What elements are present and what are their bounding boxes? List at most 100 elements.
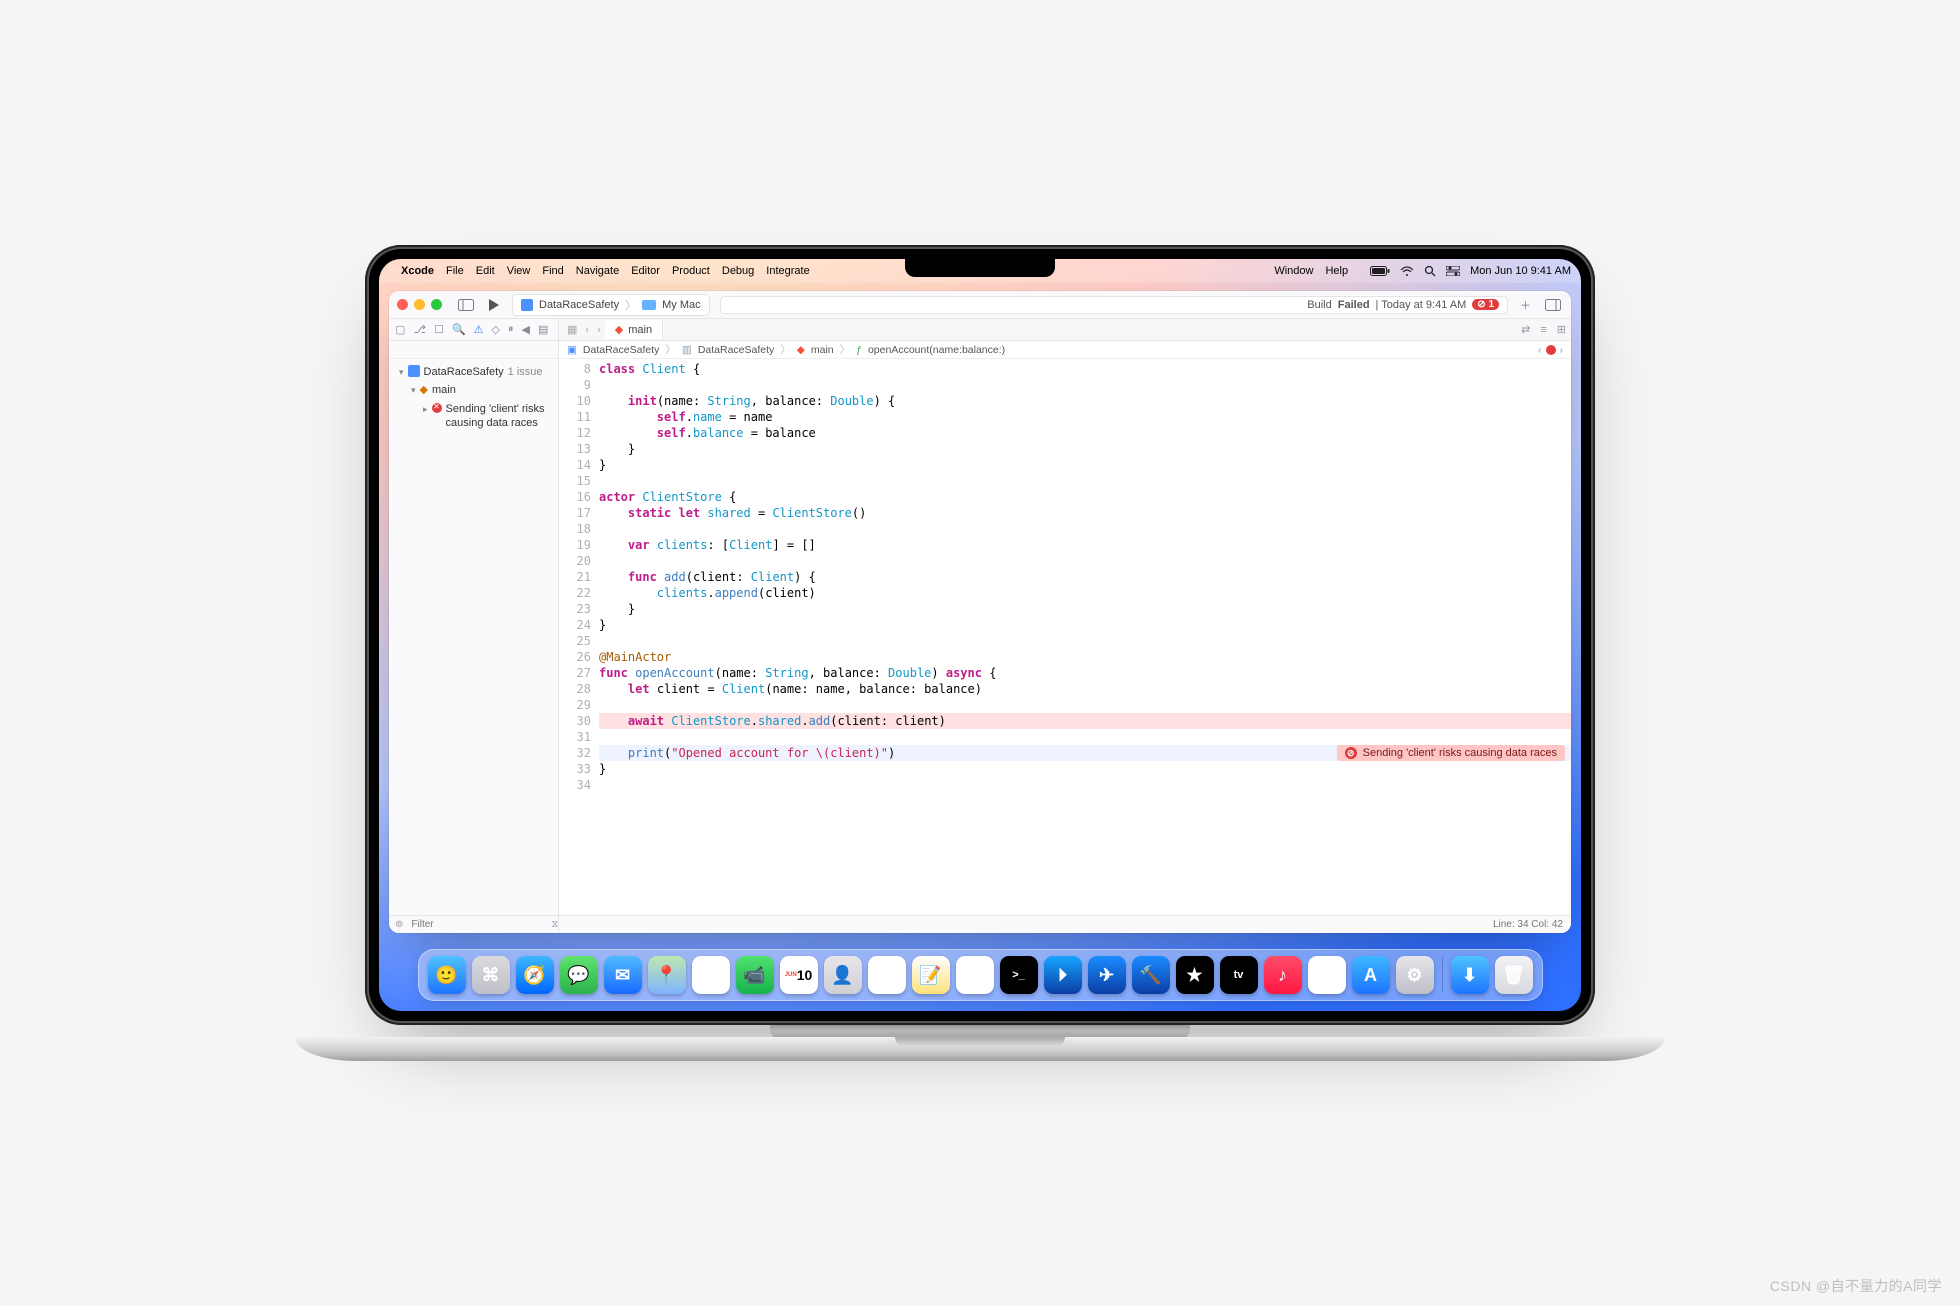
issues-tab[interactable]: ⚠︎ (474, 323, 484, 336)
menubar-item-window[interactable]: Window (1274, 265, 1313, 277)
build-status-time: | Today at 9:41 AM (1376, 299, 1467, 311)
crumb-0[interactable]: DataRaceSafety (583, 344, 659, 356)
dock-app-downloads[interactable]: ⬇︎ (1451, 956, 1489, 994)
dock-app-facetime[interactable]: 📹 (736, 956, 774, 994)
toggle-inspector-button[interactable] (1543, 297, 1563, 313)
related-items-button[interactable]: ▦ (563, 323, 581, 336)
dock-app-launchpad[interactable]: ⌘ (472, 956, 510, 994)
code-area[interactable]: class Client { init(name: String, balanc… (599, 359, 1571, 915)
dock-app-messages[interactable]: 💬 (560, 956, 598, 994)
menubar-item-debug[interactable]: Debug (722, 265, 754, 277)
dock-app-calendar[interactable]: JUN10 (780, 956, 818, 994)
jump-bar[interactable]: ▣ DataRaceSafety 〉 ▥ DataRaceSafety 〉 ◆ … (559, 341, 1571, 359)
destination-icon (642, 300, 656, 310)
dock-app-news[interactable]: N (1308, 956, 1346, 994)
project-row[interactable]: ▾ DataRaceSafety 1 issue (395, 363, 552, 381)
issue-text: Sending 'client' risks causing data race… (446, 402, 552, 431)
dock-app-terminal[interactable]: >_ (1000, 956, 1038, 994)
dock-app-testflight[interactable]: ✈︎ (1088, 956, 1126, 994)
navigator-footer: ⊚ ⧖ ◐ (389, 915, 559, 933)
breakpoints-tab[interactable]: ◀︎ (522, 323, 530, 336)
window-traffic-lights (397, 299, 442, 310)
scheme-selector[interactable]: DataRaceSafety 〉 My Mac (512, 294, 710, 316)
close-window-button[interactable] (397, 299, 408, 310)
project-icon (521, 299, 533, 311)
issue-navigator[interactable]: ▾ DataRaceSafety 1 issue ▾ ◆ main ▸ ✕ Se… (389, 359, 559, 915)
dock-app-music[interactable]: ♪ (1264, 956, 1302, 994)
zoom-window-button[interactable] (431, 299, 442, 310)
issue-row[interactable]: ▸ ✕ Sending 'client' risks causing data … (395, 400, 552, 433)
dock-app-sf-symbols[interactable]: ★ (1176, 956, 1214, 994)
source-editor[interactable]: 8910111213141516171819202122232425262728… (559, 359, 1571, 915)
filter-icon[interactable]: ⊚ (395, 919, 403, 930)
reports-tab[interactable]: ▤ (538, 323, 548, 336)
menubar-item-find[interactable]: Find (542, 265, 563, 277)
menubar-item-editor[interactable]: Editor (631, 265, 660, 277)
activity-view[interactable]: Build Failed | Today at 9:41 AM ⊘ 1 (720, 296, 1508, 314)
dock-app-reminders[interactable]: ⦿ (868, 956, 906, 994)
display-notch (905, 259, 1055, 277)
dock-app-safari[interactable]: 🧭 (516, 956, 554, 994)
dock-app-tv[interactable]: tv (1220, 956, 1258, 994)
go-forward-button[interactable]: › (593, 324, 605, 336)
menubar-item-integrate[interactable]: Integrate (766, 265, 809, 277)
toggle-navigator-button[interactable] (456, 297, 476, 313)
adjust-editor-options-button[interactable]: ⇄ (1516, 323, 1535, 336)
add-button[interactable]: ＋ (1518, 295, 1533, 315)
menubar-app-name[interactable]: Xcode (401, 265, 434, 277)
dock-app-finder[interactable]: 🙂 (428, 956, 466, 994)
dock-app-xcode[interactable]: 🔨 (1132, 956, 1170, 994)
menubar-item-navigate[interactable]: Navigate (576, 265, 619, 277)
recent-filter-button[interactable]: ⧖ (551, 919, 558, 930)
menubar-clock[interactable]: Mon Jun 10 9:41 AM (1470, 265, 1571, 277)
crumb-2[interactable]: main (811, 344, 834, 356)
dock-app-contacts[interactable]: 👤 (824, 956, 862, 994)
swift-file-icon: ◆ (420, 383, 428, 397)
inline-error-banner[interactable]: ⊘Sending 'client' risks causing data rac… (1337, 745, 1565, 761)
menubar-item-view[interactable]: View (507, 265, 531, 277)
dock-app-xcode-preview[interactable]: ⏵ (1044, 956, 1082, 994)
menubar-item-edit[interactable]: Edit (476, 265, 495, 277)
dock-app-trash[interactable]: 🗑 (1495, 956, 1533, 994)
run-button[interactable] (486, 297, 502, 313)
scheme-destination-name: My Mac (662, 299, 701, 311)
menubar-item-help[interactable]: Help (1325, 265, 1348, 277)
dock-app-photos[interactable]: ❀ (692, 956, 730, 994)
tests-tab[interactable]: ◇ (492, 323, 500, 336)
dock-app-freeform[interactable]: 〰︎ (956, 956, 994, 994)
add-editor-button[interactable]: ⊞ (1552, 323, 1571, 336)
menubar-item-product[interactable]: Product (672, 265, 710, 277)
file-row[interactable]: ▾ ◆ main (395, 381, 552, 399)
project-navigator-tab[interactable]: ▢ (395, 323, 405, 336)
navigator-filter-input[interactable] (409, 918, 545, 931)
search-icon[interactable] (1424, 265, 1436, 277)
dock-app-maps[interactable]: 📍 (648, 956, 686, 994)
dock-app-settings[interactable]: ⚙︎ (1396, 956, 1434, 994)
dock-app-notes[interactable]: 📝 (912, 956, 950, 994)
crumb-3[interactable]: openAccount(name:balance:) (868, 344, 1005, 356)
issue-stepper[interactable]: ‹› (1538, 344, 1563, 356)
wifi-icon[interactable] (1400, 266, 1414, 276)
dock-app-app-store[interactable]: A (1352, 956, 1390, 994)
go-back-button[interactable]: ‹ (581, 324, 593, 336)
xcode-window: DataRaceSafety 〉 My Mac Build Failed | T… (389, 291, 1571, 933)
scheme-project-name: DataRaceSafety (539, 299, 619, 311)
crumb-1[interactable]: DataRaceSafety (698, 344, 774, 356)
minimize-window-button[interactable] (414, 299, 425, 310)
editor-tab-main[interactable]: ◆ main (605, 320, 663, 339)
battery-icon[interactable] (1370, 266, 1390, 276)
debug-tab[interactable]: ⏸ (508, 323, 514, 336)
error-icon: ⊘ (1345, 747, 1357, 759)
bookmarks-tab[interactable]: ☐ (434, 323, 444, 336)
minimap-toggle-button[interactable]: ≡ (1535, 324, 1551, 336)
cursor-position: Line: 34 Col: 42 (1493, 919, 1563, 930)
dock-app-mail[interactable]: ✉︎ (604, 956, 642, 994)
find-tab[interactable]: 🔍 (452, 323, 466, 336)
file-name: main (432, 383, 456, 397)
laptop-mockup: Xcode File Edit View Find Navigate Editor Prod… (365, 245, 1595, 1061)
build-status-prefix: Build (1307, 299, 1331, 311)
menubar-item-file[interactable]: File (446, 265, 464, 277)
source-control-tab[interactable]: ⎇ (413, 323, 426, 336)
control-center-icon[interactable] (1446, 266, 1460, 276)
dock-container: 🙂⌘🧭💬✉︎📍❀📹JUN10👤⦿📝〰︎>_⏵✈︎🔨★tv♪NA⚙︎ ⬇︎🗑 (379, 949, 1581, 1001)
